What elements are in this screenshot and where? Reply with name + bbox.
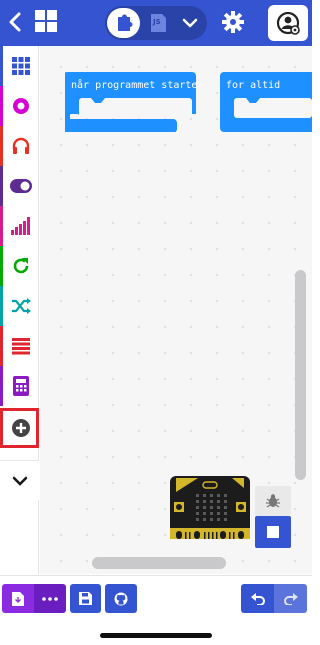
category-loops[interactable] xyxy=(0,246,39,286)
category-input[interactable] xyxy=(0,166,39,206)
horizontal-scrollbar[interactable] xyxy=(92,557,226,569)
chevron-left-icon xyxy=(9,12,21,32)
forever-label: for altid xyxy=(226,80,281,91)
grid-icon xyxy=(12,57,30,75)
refresh-icon xyxy=(13,258,29,274)
download-button[interactable] xyxy=(2,584,34,613)
category-math[interactable] xyxy=(0,366,39,406)
toggle-icon xyxy=(10,179,32,193)
save-button[interactable] xyxy=(70,584,101,613)
toolbox xyxy=(0,46,39,574)
editor-dropdown-button[interactable] xyxy=(177,14,203,32)
radio-icon xyxy=(13,98,29,114)
chevron-down-icon xyxy=(12,476,27,486)
bug-icon xyxy=(266,494,280,508)
puzzle-piece-icon xyxy=(118,14,133,31)
ellipsis-icon xyxy=(42,596,58,601)
gear-icon xyxy=(222,11,244,33)
category-led[interactable] xyxy=(0,206,39,246)
debug-button[interactable] xyxy=(255,486,291,516)
calculator-icon xyxy=(13,376,29,396)
redo-icon xyxy=(283,592,298,605)
stop-icon xyxy=(267,526,279,538)
editor-toggle: JS xyxy=(105,6,207,40)
category-radio[interactable] xyxy=(0,86,39,126)
more-options-button[interactable] xyxy=(34,584,66,613)
plus-circle-icon xyxy=(12,419,30,437)
headphones-icon xyxy=(12,137,30,154)
js-label: JS xyxy=(153,18,161,26)
category-music[interactable] xyxy=(0,126,39,166)
microbit-simulator[interactable] xyxy=(170,476,250,539)
category-basic[interactable] xyxy=(0,46,39,86)
github-icon xyxy=(114,592,128,605)
on-start-label: når programmet starter xyxy=(71,80,204,91)
user-avatar-icon xyxy=(276,11,300,35)
category-logic[interactable] xyxy=(0,286,39,326)
simulator-controls xyxy=(255,486,291,548)
list-icon xyxy=(12,338,30,355)
vertical-scrollbar[interactable] xyxy=(295,270,306,480)
stop-button[interactable] xyxy=(255,516,291,548)
javascript-editor-button[interactable]: JS xyxy=(145,12,171,34)
github-button[interactable] xyxy=(105,584,137,613)
forever-block[interactable]: for altid xyxy=(220,72,312,132)
back-button[interactable] xyxy=(3,8,29,36)
user-menu-button[interactable] xyxy=(268,5,308,41)
makecode-editor: JS når programmet starter for altid xyxy=(0,0,312,645)
settings-button[interactable] xyxy=(220,9,246,35)
bottom-toolbar xyxy=(0,575,312,645)
shuffle-icon xyxy=(12,298,31,314)
blocks-editor-button[interactable] xyxy=(107,8,140,38)
microsoft-logo-icon xyxy=(35,10,57,32)
toolbox-more-button[interactable] xyxy=(0,460,39,500)
floppy-disk-icon xyxy=(79,592,92,605)
category-arrays[interactable] xyxy=(0,326,39,366)
category-extensions[interactable] xyxy=(0,408,39,448)
download-file-icon xyxy=(12,591,24,606)
header-bar: JS xyxy=(0,0,312,46)
signal-icon xyxy=(11,217,30,235)
home-indicator xyxy=(100,633,212,638)
on-start-block[interactable]: når programmet starter xyxy=(50,72,203,133)
redo-button[interactable] xyxy=(274,584,307,613)
undo-icon xyxy=(250,592,265,605)
microbit-board-icon xyxy=(170,476,250,539)
chevron-down-icon xyxy=(182,18,198,28)
undo-button[interactable] xyxy=(241,584,274,613)
